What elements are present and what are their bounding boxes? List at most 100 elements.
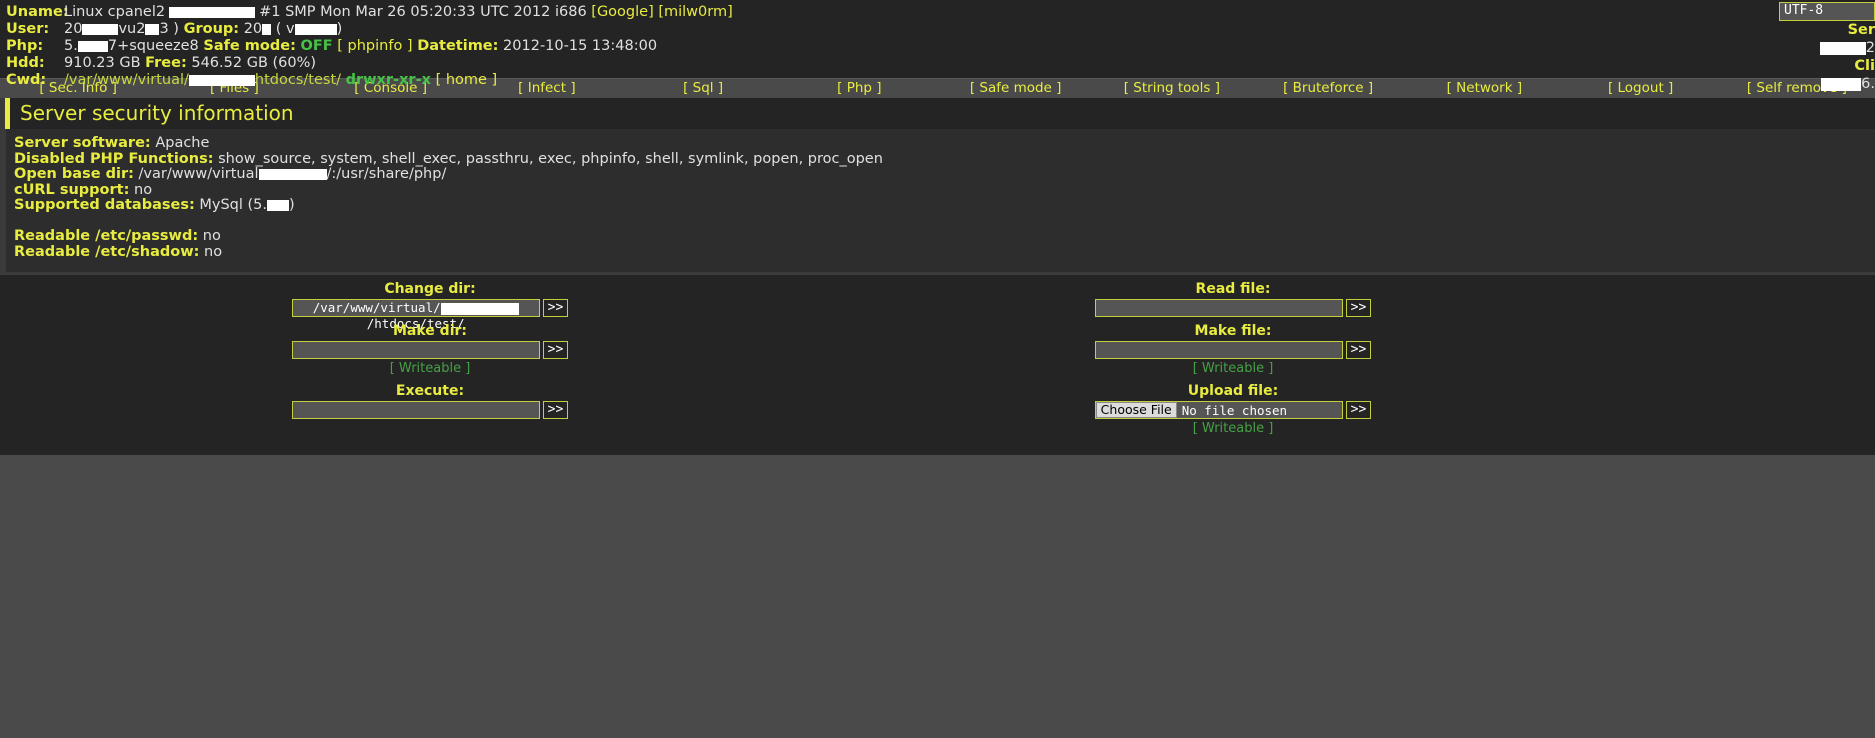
charset-field-wrap: UTF-8 bbox=[1779, 2, 1875, 21]
supported-databases-line: Supported databases: MySql (5.) bbox=[14, 198, 1875, 214]
free-label: Free: bbox=[145, 55, 187, 71]
panel-spacer bbox=[14, 214, 1875, 229]
readable-passwd-line: Readable /etc/passwd: no bbox=[14, 227, 1875, 245]
upload-file-row: Choose File No file chosen >> bbox=[1068, 401, 1398, 420]
cwd-value-group: /var/www/virtual/htdocs/test/ drwxr-xr-x… bbox=[64, 72, 497, 89]
user-value-pre: 20 bbox=[64, 21, 83, 37]
supported-databases-label: Supported databases: bbox=[14, 197, 195, 214]
redaction-block bbox=[82, 23, 119, 35]
hdd-value-group: 910.23 GB Free: 546.52 GB (60%) bbox=[64, 55, 316, 72]
make-dir-label: Make dir: bbox=[392, 323, 467, 340]
safe-mode-value: OFF bbox=[300, 38, 333, 54]
read-file-input[interactable] bbox=[1094, 299, 1343, 318]
forms-right-column: Read file: >> Make file: >> [ Writeable … bbox=[1068, 275, 1398, 437]
supported-databases-pre: MySql (5. bbox=[199, 197, 268, 214]
server-ip-label: Ser bbox=[1847, 22, 1875, 38]
make-file-input[interactable] bbox=[1094, 341, 1343, 360]
readable-shadow-line: Readable /etc/shadow: no bbox=[14, 243, 1875, 261]
execute-submit-button[interactable]: >> bbox=[542, 401, 569, 420]
server-ip-value-line: 2 bbox=[1779, 40, 1875, 57]
security-info-panel: Server security information Server softw… bbox=[0, 98, 1875, 273]
hdd-total: 910.23 GB bbox=[64, 55, 141, 71]
client-ip-line: Cli bbox=[1779, 58, 1875, 75]
redaction-block bbox=[440, 302, 519, 315]
redaction-block bbox=[258, 168, 327, 180]
upload-file-label: Upload file: bbox=[1187, 383, 1279, 400]
header-row-user: User: 20 vu2 3 ) Group: 20 ( v) bbox=[0, 21, 1875, 38]
curl-support-label: cURL support: bbox=[14, 181, 130, 198]
forms-area: Change dir: /var/www/virtual//htdocs/tes… bbox=[0, 272, 1875, 456]
read-file-label: Read file: bbox=[1195, 281, 1271, 298]
cwd-label: Cwd: bbox=[6, 72, 47, 88]
readable-passwd-value: no bbox=[202, 227, 221, 244]
client-ip-value-line: 6. bbox=[1779, 76, 1875, 93]
header-row-uname: Uname: Linux cpanel2 #1 SMP Mon Mar 26 05… bbox=[0, 4, 1875, 21]
google-link[interactable]: [Google] bbox=[591, 4, 653, 20]
readable-shadow-label: Readable /etc/shadow: bbox=[14, 243, 200, 260]
hdd-label: Hdd: bbox=[6, 55, 45, 71]
page-root: Uname: Linux cpanel2 #1 SMP Mon Mar 26 05… bbox=[0, 0, 1875, 738]
disabled-php-functions-label: Disabled PHP Functions: bbox=[14, 150, 214, 167]
header-corner-info: UTF-8 Ser 2 Cli 6. bbox=[1779, 2, 1875, 93]
php-label: Php: bbox=[6, 38, 44, 54]
make-file-submit-button[interactable]: >> bbox=[1345, 341, 1372, 360]
user-value: 20 vu2 3 ) Group: 20 ( v) bbox=[64, 21, 342, 38]
supported-databases-post: ) bbox=[289, 197, 295, 214]
disabled-php-functions-value: show_source, system, shell_exec, passthr… bbox=[218, 150, 883, 167]
milw0rm-link[interactable]: [milw0rm] bbox=[658, 4, 732, 20]
change-dir-submit-button[interactable]: >> bbox=[542, 299, 569, 318]
user-value-post: 3 ) bbox=[159, 21, 179, 37]
cwd-path-post: htdocs/test/ bbox=[254, 72, 342, 88]
make-file-writeable-status: [ Writeable ] bbox=[1192, 361, 1274, 377]
phpinfo-link[interactable]: [ phpinfo ] bbox=[337, 38, 412, 54]
redaction-block bbox=[1821, 77, 1862, 91]
change-dir-value-pre: /var/www/virtual/ bbox=[312, 300, 441, 316]
uname-value: Linux cpanel2 #1 SMP Mon Mar 26 05:20:33 … bbox=[64, 4, 733, 21]
change-dir-input[interactable]: /var/www/virtual//htdocs/test/ bbox=[291, 299, 540, 331]
curl-support-value: no bbox=[134, 181, 153, 198]
redaction-block bbox=[188, 74, 255, 86]
disabled-php-functions-line: Disabled PHP Functions: show_source, sys… bbox=[14, 150, 1875, 168]
uname-label: Uname: bbox=[6, 4, 69, 20]
home-link[interactable]: [ home ] bbox=[436, 72, 498, 88]
choose-file-button[interactable]: Choose File bbox=[1095, 402, 1177, 419]
datetime-value: 2012-10-15 13:48:00 bbox=[503, 38, 658, 54]
make-file-label: Make file: bbox=[1194, 323, 1272, 340]
make-dir-submit-button[interactable]: >> bbox=[542, 341, 569, 360]
open-base-dir-line: Open base dir: /var/www/virtual /:/usr/sh… bbox=[14, 166, 1875, 183]
redaction-block bbox=[169, 6, 256, 18]
execute-row: >> bbox=[265, 401, 595, 420]
charset-input[interactable]: UTF-8 bbox=[1779, 2, 1875, 21]
curl-support-line: cURL support: no bbox=[14, 181, 1875, 199]
redaction-block bbox=[262, 23, 272, 35]
php-version-pre: 5. bbox=[64, 38, 78, 54]
client-ip-label: Cli bbox=[1854, 58, 1875, 74]
execute-label: Execute: bbox=[395, 383, 465, 400]
read-file-row: >> bbox=[1068, 299, 1398, 318]
upload-file-submit-button[interactable]: >> bbox=[1345, 401, 1372, 420]
free-value: 546.52 GB (60%) bbox=[191, 55, 317, 71]
execute-input[interactable] bbox=[291, 401, 540, 420]
readable-passwd-label: Readable /etc/passwd: bbox=[14, 227, 199, 244]
chosen-file-name: No file chosen bbox=[1181, 402, 1288, 418]
redaction-block bbox=[77, 40, 108, 52]
server-info-header: Uname: Linux cpanel2 #1 SMP Mon Mar 26 05… bbox=[0, 0, 1875, 92]
make-dir-input[interactable] bbox=[291, 341, 540, 360]
user-label: User: bbox=[6, 21, 50, 37]
php-version-post: 7+squeeze8 bbox=[107, 38, 199, 54]
redaction-block bbox=[145, 23, 160, 35]
read-file-submit-button[interactable]: >> bbox=[1345, 299, 1372, 318]
app-shell: Uname: Linux cpanel2 #1 SMP Mon Mar 26 05… bbox=[0, 0, 1875, 456]
header-row-hdd: Hdd: 910.23 GB Free: 546.52 GB (60%) bbox=[0, 55, 1875, 72]
client-ip-value: 6. bbox=[1861, 76, 1875, 92]
cwd-path-pre: /var/www/virtual/ bbox=[64, 72, 189, 88]
group-label: Group: bbox=[183, 21, 240, 37]
upload-file-input[interactable]: Choose File No file chosen bbox=[1094, 401, 1343, 420]
open-base-dir-post: /:/usr/share/php/ bbox=[326, 166, 447, 183]
safe-mode-label: Safe mode: bbox=[203, 38, 296, 54]
server-software-label: Server software: bbox=[14, 135, 151, 151]
make-dir-writeable-status: [ Writeable ] bbox=[389, 361, 471, 377]
cwd-permissions: drwxr-xr-x bbox=[345, 72, 431, 88]
uname-value-pre: Linux cpanel2 bbox=[64, 4, 166, 20]
server-software-value: Apache bbox=[155, 135, 210, 151]
